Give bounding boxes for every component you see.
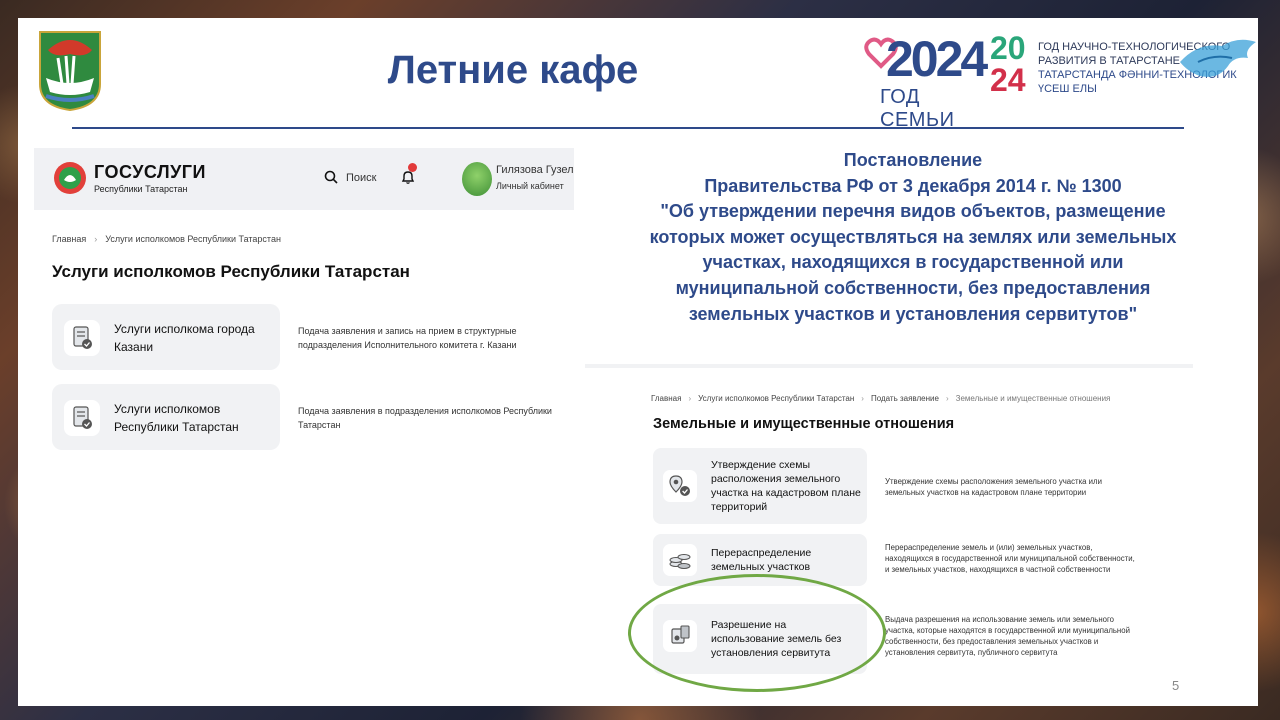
decree-line1: Постановление [843,150,983,170]
decree-line2: Правительства РФ от 3 декабря 2014 г. № … [704,175,1122,196]
breadcrumb: Главная › Услуги исполкомов Республики Тат… [52,234,281,244]
page-title: Земельные и имущественные отношения [653,416,955,432]
decree-line7: земельных участков и установления сервит… [688,303,1138,324]
service-title: Утверждение схемы расположения земельног… [711,459,861,513]
breadcrumb-home[interactable]: Главная [52,234,86,244]
service-description: Подача заявления и запись на прием в стр… [298,326,517,350]
gosuslugi-emblem-icon [59,167,81,189]
search-icon[interactable] [324,170,338,184]
breadcrumb: Главная › Услуги исполкомов Республики Тат… [651,394,1110,403]
service-card-tatarstan[interactable]: Услуги исполкомов Республики Татарстан [52,384,280,450]
search-button[interactable]: Поиск [346,172,376,184]
presentation-slide: Летние кафе 2024 ГОД СЕМЬИ 20 24 ГОД НАУ… [18,18,1258,706]
decree-line3: "Об утверждении перечня видов объектов, … [660,201,1166,222]
document-check-icon [64,400,100,436]
service-title: Услуги исполкома города Казани [114,322,255,354]
service-description: Утверждение схемы расположения земельног… [885,477,1102,497]
service-title: Перераспределение земельных участков [711,547,812,573]
science-year-top: 20 [990,30,1026,66]
highlight-ellipse [628,574,886,692]
page-title: Услуги исполкомов Республики Татарстан [52,262,410,281]
service-description: Перераспределение земель и (или) земельн… [885,543,1135,574]
document-check-icon [64,320,100,356]
coins-stack-icon [663,544,697,576]
avatar[interactable] [462,162,492,196]
personal-cabinet-link[interactable]: Личный кабинет [496,181,564,191]
breadcrumb-current[interactable]: Услуги исполкомов Республики Татарстан [105,234,281,244]
decree-line4: которых может осуществляться на землях и… [649,226,1177,247]
service-card-scheme-approval[interactable]: Утверждение схемы расположения земельног… [653,448,867,524]
family-year-caption: ГОД СЕМЬИ [880,86,955,131]
breadcrumb-separator: › [861,394,864,403]
page-number: 5 [1172,678,1180,693]
gosuslugi-header: ГОСУСЛУГИ Республики Татарстан Поиск Гил… [34,148,574,210]
notification-badge [408,163,417,172]
year-of-family-logo: 2024 ГОД СЕМЬИ [864,30,988,131]
breadcrumb-home[interactable]: Главная [651,394,681,403]
title-divider [72,127,1184,129]
gosuslugi-region: Республики Татарстан [94,184,188,194]
gosuslugi-name[interactable]: ГОСУСЛУГИ [94,162,206,183]
map-pin-check-icon [663,470,697,502]
city-emblem-icon [39,31,101,112]
decree-line6: муниципальной собственности, без предост… [675,277,1151,298]
user-name[interactable]: Гилязова Гузель [496,164,574,176]
breadcrumb-separator: › [945,394,949,403]
service-description: Подача заявления в подразделения исполко… [298,406,552,430]
breadcrumb-item[interactable]: Подать заявление [871,394,939,403]
science-year-digits: 20 24 [990,32,1026,96]
snow-leopard-icon [1180,39,1256,77]
service-title: Услуги исполкомов Республики Татарстан [114,402,239,434]
gosuslugi-logo-icon[interactable] [54,162,86,194]
breadcrumb-separator: › [94,234,98,244]
service-description: Выдача разрешения на использование земел… [885,615,1130,657]
decree-text: Постановление Правительства РФ от 3 дека… [578,148,1248,327]
breadcrumb-item[interactable]: Услуги исполкомов Республики Татарстан [698,394,854,403]
slide-title: Летние кафе [387,48,639,92]
decree-line5: участках, находящихся в государственной … [702,252,1124,273]
science-year-bottom: 24 [990,62,1026,98]
service-card-kazan[interactable]: Услуги исполкома города Казани [52,304,280,370]
breadcrumb-separator: › [688,394,692,403]
breadcrumb-current: Земельные и имущественные отношения [955,394,1111,403]
family-year-digits: 2024 [886,31,988,87]
